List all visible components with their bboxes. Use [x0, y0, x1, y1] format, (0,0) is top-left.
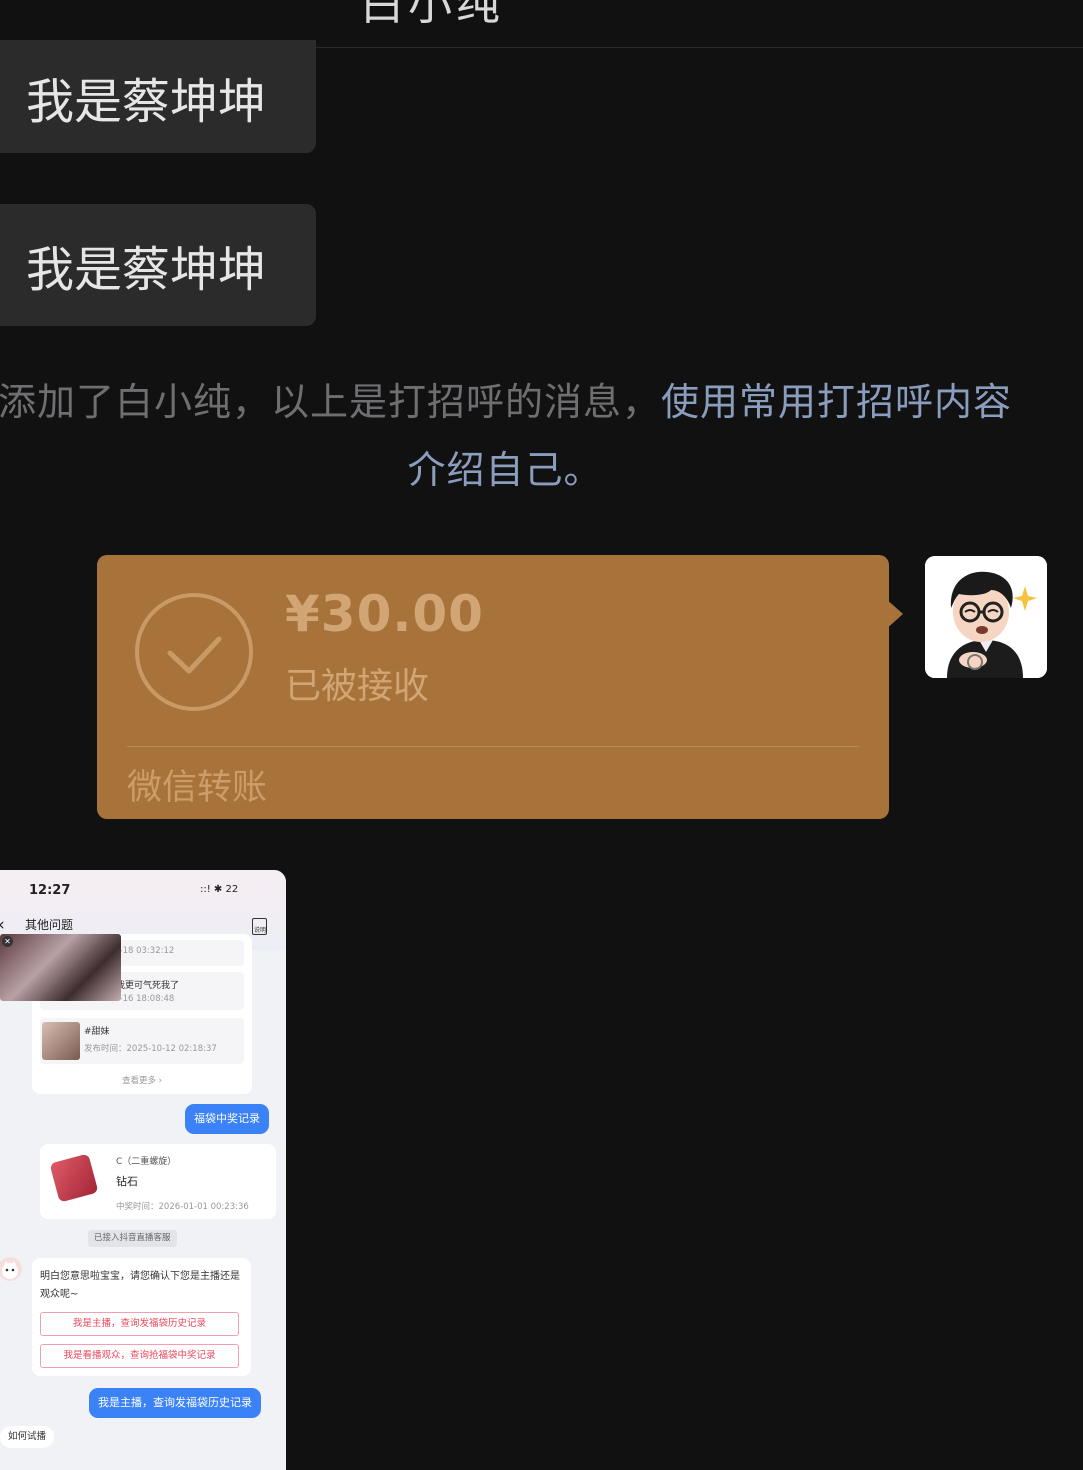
system-message: 添加了白小纯，以上是打招呼的消息，使用常用打招呼内容介绍自己。 — [0, 368, 1020, 504]
bubble-tail — [885, 598, 903, 630]
cartoon-avatar-icon — [925, 556, 1047, 678]
quick-reply-chip: 如何试播 — [0, 1426, 55, 1448]
note-icon: 说明 — [252, 918, 267, 935]
system-notice: 已接入抖音直播客服 — [88, 1230, 177, 1247]
status-icons: ::! ✱ 22 — [200, 884, 239, 895]
check-circle-icon — [135, 593, 253, 711]
transfer-status: 已被接收 — [285, 666, 430, 707]
screenshot-page-title: 其他问题 — [25, 918, 74, 932]
view-more-link: 查看更多 › — [121, 1076, 163, 1086]
transfer-card[interactable]: ¥30.00 已被接收 微信转账 — [97, 555, 889, 819]
system-message-text: 添加了白小纯，以上是打招呼的消息， — [0, 380, 661, 424]
bot-message-text: 明白您意思啦宝宝，请您确认下您是主播还是观众呢~ — [40, 1271, 240, 1300]
chevron-left-icon: ‹ — [0, 915, 5, 935]
status-time: 12:27 — [29, 883, 71, 898]
transfer-type-label: 微信转账 — [127, 768, 268, 808]
shared-screenshot[interactable]: 12:27 ::! ✱ 22 ‹ 其他问题 说明 2025-10-18 03:3… — [0, 870, 286, 1470]
bot-message-card: 明白您意思啦宝宝，请您确认下您是主播还是观众呢~ 我是主播，查询发福袋历史记录 … — [32, 1258, 251, 1376]
avatar[interactable] — [925, 556, 1047, 678]
prize-user: C（二重螺旋） — [116, 1157, 177, 1167]
close-icon: ✕ — [2, 936, 13, 947]
prize-card: C（二重螺旋） 钻石 中奖时间：2026-01-01 00:23:36 — [40, 1144, 276, 1219]
row-title: #甜妹 — [84, 1027, 110, 1037]
list-item: #甜妹 发布时间：2025-10-12 02:18:37 — [40, 1018, 244, 1064]
sent-message: 我是主播，查询发福袋历史记录 — [89, 1388, 261, 1418]
bot-avatar-icon — [0, 1257, 22, 1281]
sent-message: 福袋中奖记录 — [185, 1104, 269, 1134]
option-button: 我是主播，查询发福袋历史记录 — [40, 1312, 239, 1336]
prize-time: 中奖时间：2026-01-01 00:23:36 — [116, 1202, 249, 1212]
incoming-message[interactable]: 我是蔡坤坤 — [0, 40, 316, 153]
video-thumbnail — [42, 1022, 80, 1060]
divider — [127, 746, 859, 747]
floating-video: ✕ — [0, 934, 121, 1001]
message-text: 我是蔡坤坤 — [26, 242, 267, 298]
note-label: 说明 — [253, 927, 266, 934]
row-time: 发布时间：2025-10-12 02:18:37 — [84, 1044, 217, 1054]
prize-name: 钻石 — [116, 1175, 138, 1188]
incoming-message[interactable]: 我是蔡坤坤 — [0, 204, 316, 326]
message-text: 我是蔡坤坤 — [26, 73, 267, 130]
option-button: 我是看播观众，查询抢福袋中奖记录 — [40, 1344, 239, 1368]
transfer-amount: ¥30.00 — [285, 585, 484, 643]
lucky-bag-icon — [49, 1153, 99, 1203]
chat-title: 白小纯 — [360, 0, 504, 30]
